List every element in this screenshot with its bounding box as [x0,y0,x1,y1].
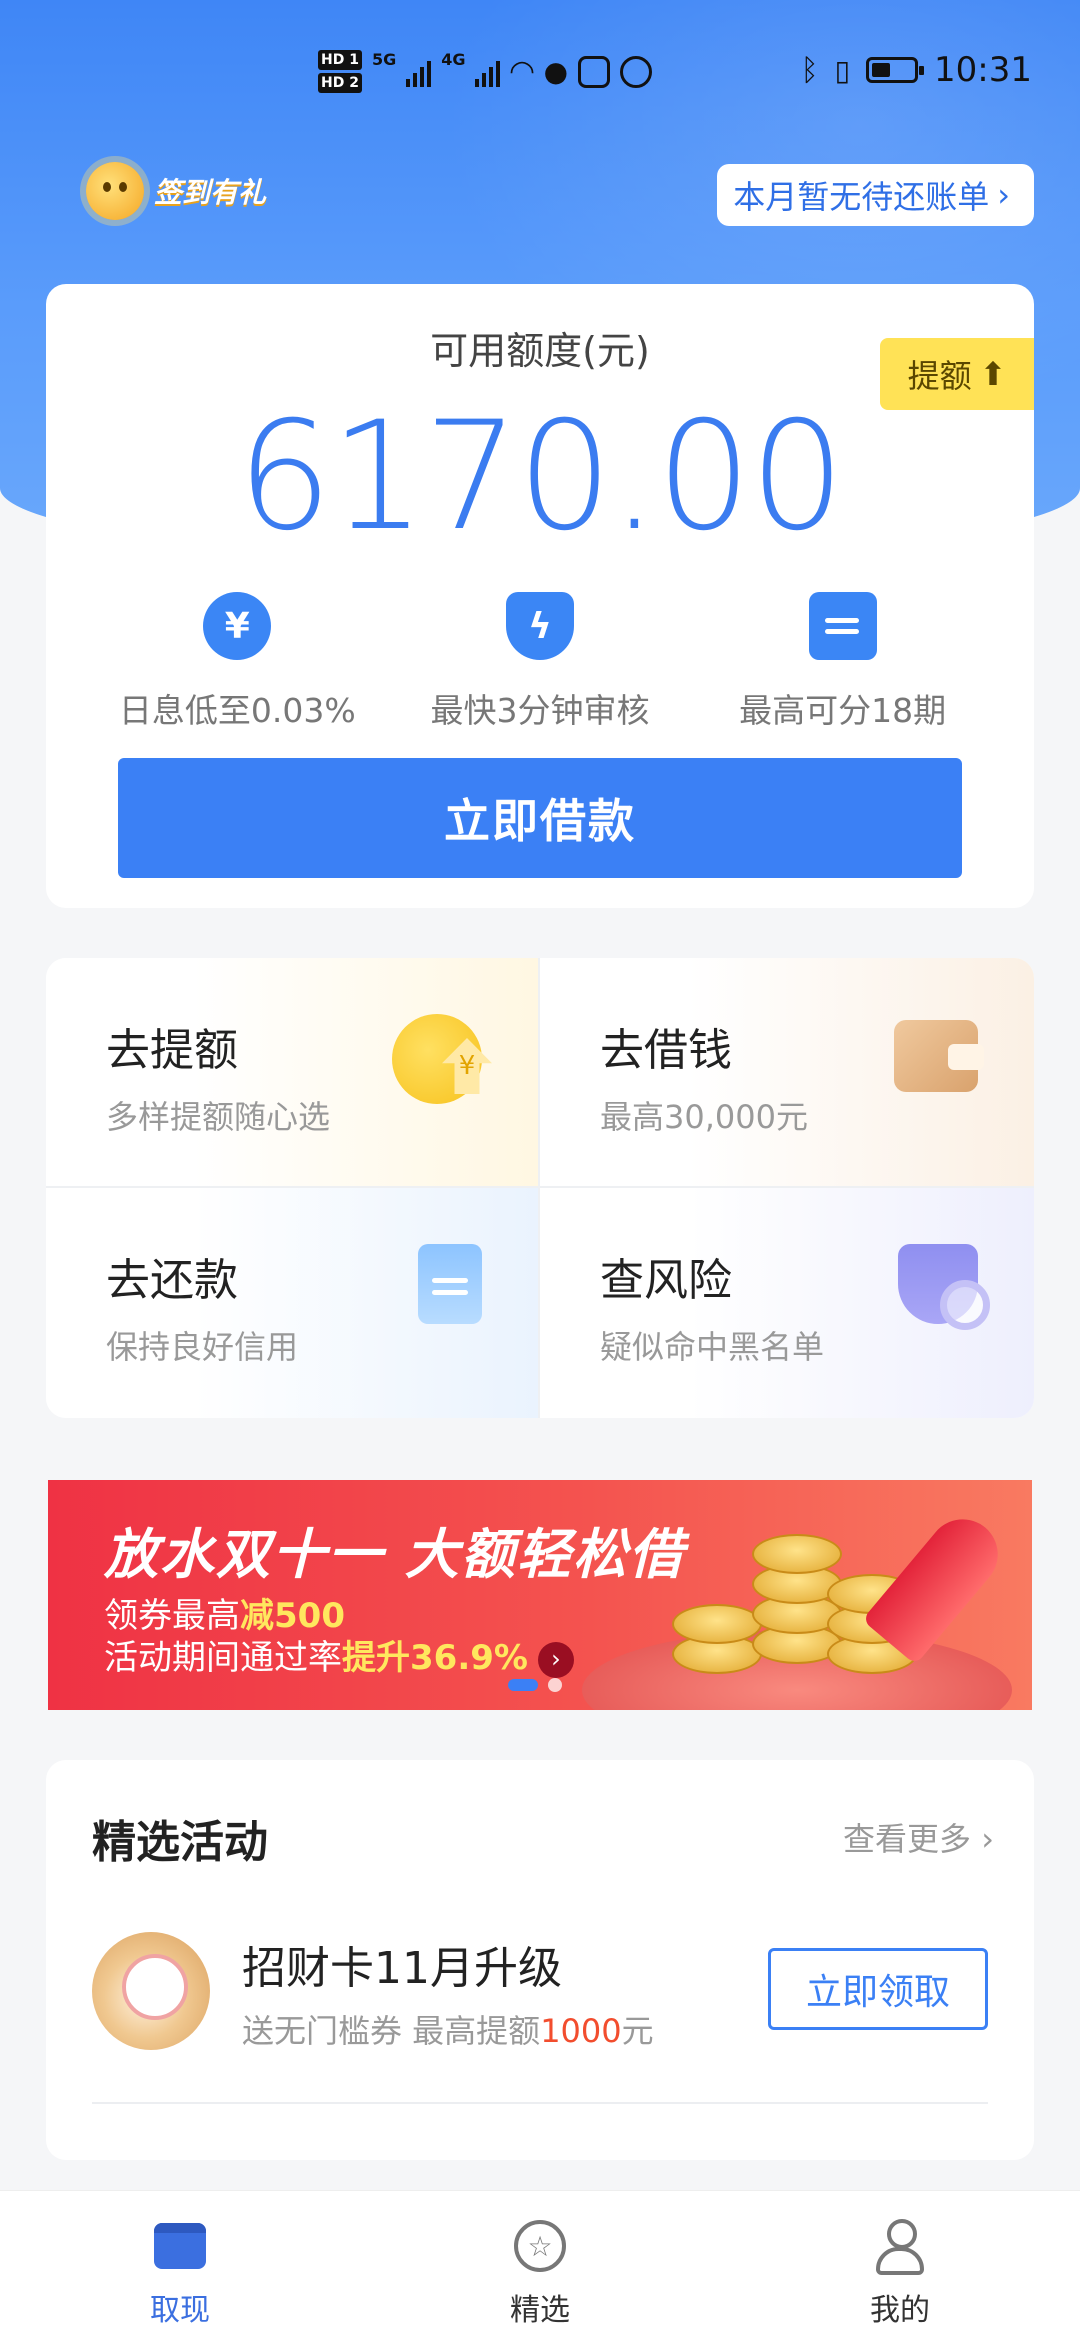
wallet-icon [154,2223,206,2269]
tab-label: 取现 [150,2293,210,2328]
feature-list: ¥ 日息低至0.03% ϟ 最快3分钟审核 最高可分18期 [46,592,1034,732]
credit-amount: 6170.00 [236,390,845,564]
wallet-icon [894,1020,984,1092]
service-raise-limit[interactable]: 去提额 多样提额随心选 [46,958,540,1188]
tab-icon-wrap [873,2219,927,2275]
hd2-label: HD 2 [318,73,362,93]
service-subtitle: 多样提额随心选 [106,1098,331,1136]
feature-item: ¥ 日息低至0.03% [87,592,387,732]
feature-label: 最快3分钟审核 [430,691,650,730]
activity-sub-prefix: 送无门槛券 最高提额 [242,2012,541,2050]
hd1-label: HD 1 [318,50,362,70]
banner-line-2-highlight: 提升36.9% [342,1638,528,1678]
service-subtitle: 最高30,000元 [600,1098,808,1136]
network-5g-label: 5G [371,50,397,69]
promo-banner[interactable]: 放水双十一 大额轻松借 领券最高减500 活动期间通过率提升36.9% › [48,1480,1032,1710]
signin-label: 签到有礼 [154,176,267,209]
lucky-cat-avatar [92,1932,210,2050]
view-more-label: 查看更多 [843,1820,972,1858]
vibrate-icon: ▯ [834,53,851,87]
service-repay[interactable]: 去还款 保持良好信用 [46,1188,540,1418]
star-icon: ☆ [514,2220,566,2272]
document-icon [418,1244,482,1324]
banner-line-2-prefix: 活动期间通过率 [104,1638,342,1678]
activities-section: 精选活动 查看更多 › 招财卡11月升级 送无门槛券 最高提额1000元 立即领… [46,1760,1034,2160]
chevron-right-icon: › [981,1820,994,1858]
service-grid: 去提额 多样提额随心选 去借钱 最高30,000元 去还款 保持良好信用 查风险… [46,958,1034,1418]
tab-label: 精选 [510,2293,570,2328]
coin-up-icon [392,1014,482,1104]
chevron-right-icon[interactable]: › [537,1641,574,1678]
bill-notice-button[interactable]: 本月暂无待还账单 › [717,164,1034,226]
view-more-link[interactable]: 查看更多 › [843,1814,994,1860]
feature-item: 最高可分18期 [693,592,993,732]
tab-label: 我的 [870,2293,930,2328]
status-left: HD 1 HD 2 5G 4G ◠ ● [318,50,652,93]
signin-entry[interactable]: 签到有礼 [86,162,266,220]
feature-label: 最高可分18期 [739,691,947,730]
bottom-tab-bar: 取现 ☆ 精选 我的 [0,2190,1080,2340]
shield-search-icon [898,1244,990,1330]
battery-icon [866,57,925,83]
sun-mascot-icon [86,162,144,220]
hd-indicator: HD 1 HD 2 [318,50,362,93]
calendar-icon [808,592,877,660]
status-right: ᛒ ▯ 10:31 [801,50,1032,90]
activity-title: 招财卡11月升级 [242,1943,562,1994]
bulb-icon [620,55,652,88]
yuan-icon: ¥ [203,592,272,660]
banner-pagination [508,1678,562,1692]
lightning-shield-icon: ϟ [505,592,574,660]
service-borrow[interactable]: 去借钱 最高30,000元 [540,958,1034,1188]
activity-sub-suffix: 元 [621,2012,654,2050]
signal-icon [406,57,432,87]
signal-icon-2 [475,57,501,87]
service-risk-check[interactable]: 查风险 疑似命中黑名单 [540,1188,1034,1418]
activities-title: 精选活动 [92,1817,268,1868]
status-bar: HD 1 HD 2 5G 4G ◠ ● ᛒ ▯ 10:31 [0,40,1080,120]
tab-cash[interactable]: 取现 [0,2191,360,2340]
tab-icon-wrap: ☆ [513,2219,567,2273]
credit-card: 可用额度(元) 提额 ⬆ 6170.00 ¥ 日息低至0.03% ϟ 最快3分钟… [46,284,1034,908]
wechat-icon: ● [543,55,568,88]
tab-mine[interactable]: 我的 [720,2191,1080,2340]
pagination-dot[interactable] [548,1678,562,1692]
bill-notice-text: 本月暂无待还账单 [733,178,990,216]
arrow-up-icon: ⬆ [979,355,1007,393]
feature-item: ϟ 最快3分钟审核 [390,592,690,732]
app-icon [578,55,610,88]
tab-icon-wrap [153,2219,207,2273]
activity-sub-amount: 1000 [540,2012,622,2050]
network-4g-label: 4G [441,50,466,69]
status-time: 10:31 [934,50,1032,90]
divider [92,2102,988,2104]
wifi-icon: ◠ [510,54,534,89]
claim-now-button[interactable]: 立即领取 [768,1948,988,2030]
pagination-dot-active[interactable] [508,1679,538,1691]
tab-featured[interactable]: ☆ 精选 [360,2191,720,2340]
activity-subtitle: 送无门槛券 最高提额1000元 [242,2006,654,2052]
banner-title: 放水双十一 大额轻松借 [104,1523,685,1586]
bluetooth-icon: ᛒ [800,52,819,88]
service-subtitle: 保持良好信用 [106,1328,299,1366]
borrow-now-button[interactable]: 立即借款 [118,758,962,878]
feature-label: 日息低至0.03% [118,691,356,730]
user-icon [874,2219,926,2275]
chevron-right-icon: › [997,176,1010,214]
banner-line-2: 活动期间通过率提升36.9% › [104,1630,574,1679]
